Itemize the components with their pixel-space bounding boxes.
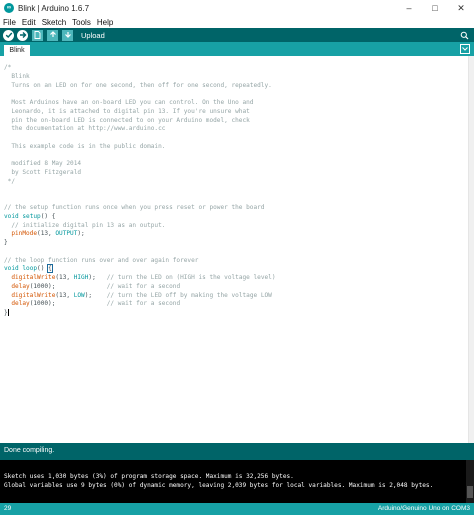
menu-tools[interactable]: Tools bbox=[72, 18, 91, 27]
code-line: delay(1000); // wait for a second bbox=[11, 282, 181, 290]
verify-button[interactable] bbox=[3, 29, 14, 41]
open-button[interactable] bbox=[47, 29, 58, 41]
new-icon bbox=[34, 31, 41, 39]
code-line: void loop() { bbox=[4, 264, 53, 274]
bottom-bar: 29 Arduino/Genuino Uno on COM3 bbox=[0, 503, 474, 515]
window-title: Blink | Arduino 1.6.7 bbox=[18, 3, 90, 13]
chevron-down-icon bbox=[462, 47, 468, 51]
upload-icon bbox=[19, 32, 26, 38]
console-line: Sketch uses 1,030 bytes (3%) of program … bbox=[4, 473, 294, 480]
menu-edit[interactable]: Edit bbox=[22, 18, 36, 27]
console-scroll-thumb[interactable] bbox=[467, 486, 473, 498]
close-button[interactable]: ✕ bbox=[448, 0, 474, 16]
new-button[interactable] bbox=[32, 29, 43, 41]
code-line: This example code is in the public domai… bbox=[4, 142, 166, 150]
minimize-button[interactable]: – bbox=[396, 0, 422, 16]
code-line: // the setup function runs once when you… bbox=[4, 204, 265, 211]
upload-button[interactable] bbox=[17, 29, 28, 41]
code-line: void setup() { bbox=[4, 212, 56, 220]
code-line: Blink bbox=[4, 72, 30, 80]
code-line: /* bbox=[4, 64, 12, 71]
maximize-button[interactable]: □ bbox=[422, 0, 448, 16]
status-bar: Done compiling. bbox=[0, 443, 474, 460]
code-line: // initialize digital pin 13 as an outpu… bbox=[11, 221, 166, 229]
code-line: Turns on an LED on for one second, then … bbox=[4, 81, 272, 89]
code-line: digitalWrite(13, HIGH); // turn the LED … bbox=[11, 274, 276, 281]
code-line: by Scott Fitzgerald bbox=[4, 169, 82, 176]
console-scrollbar[interactable] bbox=[466, 460, 474, 503]
code-line: } bbox=[4, 239, 8, 246]
code-line: */ bbox=[4, 177, 16, 185]
text-cursor bbox=[7, 309, 9, 316]
editor-scrollbar[interactable] bbox=[468, 56, 474, 443]
title-bar: ∞ Blink | Arduino 1.6.7 – □ ✕ bbox=[0, 0, 474, 16]
serial-monitor-icon bbox=[460, 31, 469, 39]
menu-bar: File Edit Sketch Tools Help bbox=[0, 16, 474, 28]
arduino-logo-icon: ∞ bbox=[4, 3, 14, 13]
code-line: digitalWrite(13, LOW); // turn the LED o… bbox=[11, 291, 272, 299]
tab-blink[interactable]: Blink bbox=[4, 45, 30, 56]
open-icon bbox=[49, 31, 56, 37]
code-area[interactable]: /* Blink Turns on an LED on for one seco… bbox=[4, 64, 464, 318]
console-line: Global variables use 9 bytes (0%) of dyn… bbox=[4, 482, 434, 489]
code-line: the documentation at http://www.arduino.… bbox=[4, 125, 166, 133]
save-button[interactable] bbox=[62, 29, 73, 41]
toolbar: Upload bbox=[0, 28, 474, 42]
menu-help[interactable]: Help bbox=[97, 18, 113, 27]
code-line: pin the on-board LED is connected to on … bbox=[4, 116, 250, 124]
window-controls: – □ ✕ bbox=[396, 0, 474, 16]
serial-monitor-button[interactable] bbox=[459, 30, 470, 41]
menu-file[interactable]: File bbox=[3, 18, 16, 27]
code-line: Leonardo, it is attached to digital pin … bbox=[4, 107, 250, 115]
code-line: } bbox=[4, 309, 9, 317]
board-port-info: Arduino/Genuino Uno on COM3 bbox=[377, 505, 470, 512]
status-message: Done compiling. bbox=[4, 447, 55, 454]
verify-icon bbox=[5, 32, 12, 38]
menu-sketch[interactable]: Sketch bbox=[42, 18, 66, 27]
tab-menu-button[interactable] bbox=[460, 44, 470, 54]
code-editor[interactable]: /* Blink Turns on an LED on for one seco… bbox=[0, 56, 474, 443]
code-line: delay(1000); // wait for a second bbox=[11, 300, 181, 308]
console-output: Sketch uses 1,030 bytes (3%) of program … bbox=[0, 460, 474, 503]
code-line: modified 8 May 2014 bbox=[4, 160, 82, 168]
save-icon bbox=[64, 32, 71, 38]
tab-bar: Blink bbox=[0, 42, 474, 56]
toolbar-hover-label: Upload bbox=[81, 30, 105, 40]
code-line: // the loop function runs over and over … bbox=[4, 256, 199, 264]
code-line: Most Arduinos have an on-board LED you c… bbox=[4, 99, 254, 106]
code-line: pinMode(13, OUTPUT); bbox=[11, 230, 85, 238]
line-number: 29 bbox=[4, 505, 12, 512]
